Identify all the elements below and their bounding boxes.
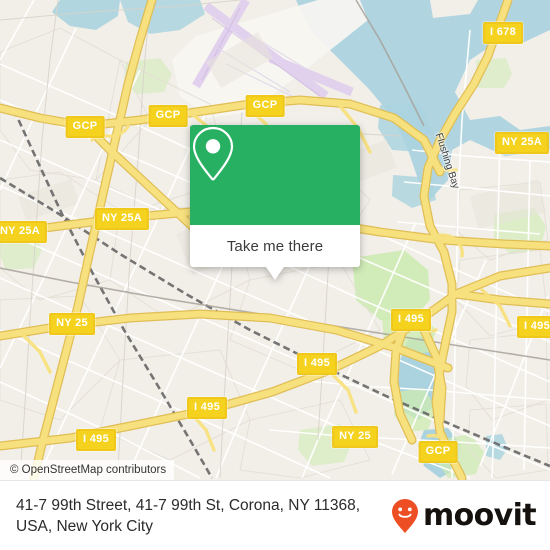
map-canvas[interactable]: GCP GCP GCP I 678 NY 25A NY 25A NY 25A NY 25 I 4… bbox=[0, 0, 550, 480]
footer-bar: 41-7 99th Street, 41-7 99th St, Corona, … bbox=[0, 480, 550, 550]
road-shield: I 495 bbox=[187, 397, 227, 419]
popup-icon-area bbox=[190, 125, 360, 225]
road-shield: I 495 bbox=[391, 309, 431, 331]
road-shield: GCP bbox=[65, 116, 105, 138]
popup-action-area[interactable]: Take me there bbox=[190, 225, 360, 280]
map-pin-icon bbox=[192, 126, 234, 181]
road-shield: I 495 bbox=[517, 316, 550, 338]
moovit-wordmark: moovit bbox=[422, 498, 537, 533]
road-shield: NY 25 bbox=[332, 426, 378, 448]
moovit-smiley-pin-icon bbox=[391, 499, 418, 533]
moovit-logo[interactable]: moovit bbox=[390, 498, 550, 534]
road-shield: I 678 bbox=[483, 22, 523, 44]
map-attribution[interactable]: © OpenStreetMap contributors bbox=[0, 460, 175, 480]
road-shield: GCP bbox=[245, 95, 285, 117]
moovit-map-screenshot: GCP GCP GCP I 678 NY 25A NY 25A NY 25A NY 25 I 4… bbox=[0, 0, 550, 550]
take-me-there-label: Take me there bbox=[226, 237, 324, 255]
popup-tail bbox=[266, 267, 284, 280]
road-shield: GCP bbox=[148, 105, 188, 127]
location-popup-card[interactable]: Take me there bbox=[190, 125, 360, 280]
road-shield: NY 25 bbox=[49, 313, 95, 335]
road-shield: GCP bbox=[418, 441, 458, 463]
road-shield: NY 25A bbox=[0, 221, 48, 243]
road-shield: I 495 bbox=[297, 353, 337, 375]
road-shield: NY 25A bbox=[494, 132, 550, 154]
road-shield: NY 25A bbox=[94, 208, 150, 230]
address-text: 41-7 99th Street, 41-7 99th St, Corona, … bbox=[16, 497, 361, 535]
road-shield: I 495 bbox=[76, 429, 116, 451]
